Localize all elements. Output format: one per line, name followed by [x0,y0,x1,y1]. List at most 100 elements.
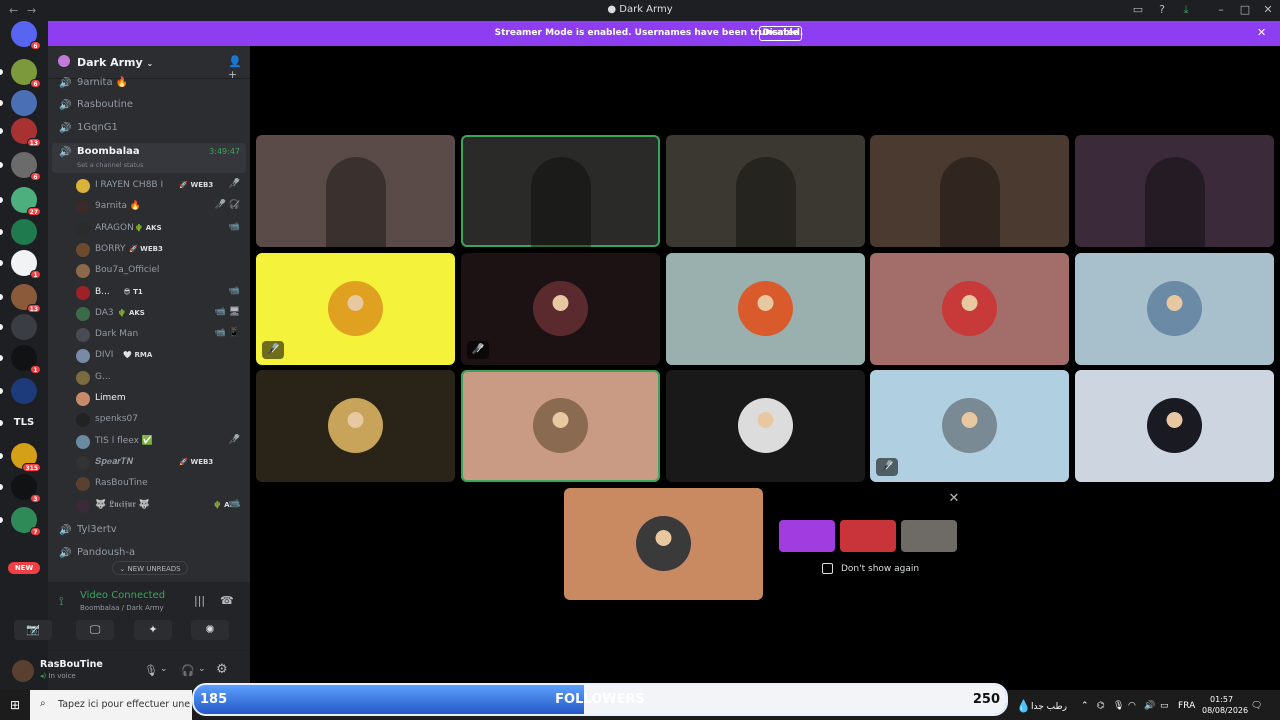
tray-battery-icon[interactable]: ▭ [1160,701,1169,711]
voice-member[interactable]: BORRY 🚀 WEB3 [76,240,246,260]
video-tile[interactable] [1075,135,1274,247]
server-icon-11[interactable] [11,378,37,404]
voice-member[interactable]: spenks07 [76,410,246,430]
voice-channel[interactable]: 🔊 9arnita 🔥 [52,74,246,94]
participant-tile[interactable] [870,253,1069,365]
voice-member[interactable]: I RAYEN CH8B I 🚀 WEB3 🎤̸ [76,176,246,196]
settings-gear-icon[interactable]: ⚙ [216,662,228,677]
tray-network-icon[interactable]: ⌬ [1097,701,1105,711]
mic-options-chevron-icon[interactable]: ⌄ [160,664,168,674]
weather-drop-icon[interactable]: 💧 [1016,699,1031,713]
disable-streamer-mode-button[interactable]: Disable [759,26,802,41]
activities-button[interactable]: ✦ [134,620,172,640]
close-popup-icon[interactable]: ✕ [946,491,962,507]
voice-member[interactable]: 🐺 𝕷𝖚𝖈𝖎𝖋𝖚𝖗 🐺 🌵 AKS 📹 [76,496,246,516]
server-icon-14[interactable]: 3 [11,474,41,503]
channel-status[interactable]: Set a channel status [77,161,144,169]
voice-channel[interactable]: 🔊 1GqnG1 [52,119,246,139]
maximize-icon[interactable]: □ [1238,3,1252,17]
voice-member[interactable]: 𝑺𝒑𝒆𝒂𝒓𝑻𝑵 🚀 WEB3 [76,453,246,473]
avatar[interactable] [12,660,34,682]
activity-thumbnail[interactable] [901,520,957,552]
help-icon[interactable]: ? [1155,3,1169,17]
microphone-icon[interactable]: 🎙 [144,664,158,677]
voice-channel[interactable]: 🔊 Rasboutine [52,96,246,116]
server-icon-1[interactable]: 6 [11,59,41,88]
signal-icon[interactable]: ⟟ [59,594,63,609]
voice-member[interactable]: ARAGON 🌵 AKS 📹 [76,219,246,239]
disconnect-icon[interactable]: ☎ [220,594,234,607]
tray-time[interactable]: 01:57 [1210,695,1233,704]
camera-off-button[interactable]: 📷̸ [14,620,52,640]
tray-date[interactable]: 08/08/2026 [1202,706,1248,715]
participant-tile[interactable] [256,370,455,482]
voice-channel[interactable]: 🔊 Tyl3ertv [52,521,246,541]
noise-suppression-icon[interactable]: ||| [194,594,205,607]
voice-member[interactable]: B... 😎 T1 📹 [76,283,246,303]
video-tile[interactable] [461,135,660,247]
server-icon-12[interactable]: TLS [11,410,37,436]
close-banner-icon[interactable]: ✕ [1257,26,1266,39]
participant-tile[interactable] [666,253,865,365]
taskbar-search-box[interactable]: ⌕ Tapez ici pour effectuer une re [30,690,203,720]
voice-member[interactable]: TIS l fleex ✅ 🎤̸ [76,432,246,452]
participant-tile[interactable] [1075,253,1274,365]
inbox-icon[interactable]: ▭ [1131,3,1145,17]
headphones-icon[interactable]: 🎧 [181,664,195,677]
minimize-icon[interactable]: – [1214,3,1228,17]
activity-thumbnail[interactable] [840,520,896,552]
voice-member[interactable]: Bou7a_Officiel [76,261,246,281]
screen-share-button[interactable]: 🖵 [76,620,114,640]
video-tile[interactable] [256,135,455,247]
discord-home-button[interactable]: 6 [11,21,41,50]
activity-thumbnail[interactable] [779,520,835,552]
soundboard-button[interactable]: ✺ [191,620,229,640]
tray-mic-icon[interactable]: 🎙 [1113,701,1124,711]
new-unreads-pill[interactable]: ⌄ NEW UNREADS [112,561,188,575]
voice-member[interactable]: DIVI 🤍 RMA [76,346,246,366]
server-icon-13[interactable]: 315 [11,443,41,472]
participant-tile[interactable] [1075,370,1274,482]
server-icon-9[interactable] [11,314,37,340]
server-icon-4[interactable]: 6 [11,152,41,181]
voice-member[interactable]: DA3 🌵 AKS 📹 🖥 [76,304,246,324]
server-icon-10[interactable]: 1 [11,345,41,374]
member-name: Limem [95,393,126,403]
video-tile[interactable] [666,135,865,247]
audio-options-chevron-icon[interactable]: ⌄ [198,664,206,674]
windows-start-icon[interactable]: ⊞ [10,698,20,712]
participant-tile[interactable]: 🎤̸ [256,253,455,365]
server-icon-3[interactable]: 13 [11,118,41,147]
voice-channel[interactable]: 🔊 Boombalaa 3:49:47 Set a channel status [52,143,246,173]
voice-member[interactable]: G... [76,368,246,388]
voice-member[interactable]: 9arnita 🔥 🎤̸ 🎧̸ [76,197,246,217]
download-icon[interactable]: ⤓ [1179,3,1193,17]
voice-member[interactable]: Limem [76,389,246,409]
voice-member[interactable]: RasBouTine [76,474,246,494]
voice-member[interactable]: Dark Man 📹 📱 [76,325,246,345]
server-icon-5[interactable]: 27 [11,187,41,216]
participant-tile[interactable] [666,370,865,482]
server-icon-15[interactable]: 7 [11,507,41,536]
tray-language[interactable]: FRA [1178,701,1195,711]
server-icon-2[interactable] [11,90,37,116]
participant-tile[interactable]: 🎤̸ [870,370,1069,482]
voice-status[interactable]: Video Connected [80,590,165,601]
server-icon-8[interactable]: 13 [11,284,41,313]
tray-chevron-up-icon[interactable]: ⌃ [1081,701,1089,711]
dont-show-again-checkbox[interactable]: Don't show again [822,563,919,574]
participant-tile[interactable] [461,370,660,482]
server-icon-7[interactable]: 1 [11,250,41,279]
server-icon-6[interactable] [11,219,37,245]
new-servers-pill[interactable]: NEW [8,562,40,574]
weather-text[interactable]: رطب جدا [1031,702,1067,712]
voice-location[interactable]: Boombalaa / Dark Army [80,604,164,612]
close-window-icon[interactable]: ✕ [1261,3,1275,17]
video-tile[interactable] [870,135,1069,247]
tray-wifi-icon[interactable]: ◠ [1128,701,1136,711]
notification-center-icon[interactable]: 🗨 [1251,701,1262,711]
participant-tile[interactable] [564,488,763,600]
username[interactable]: RasBouTine [40,659,103,670]
tray-volume-icon[interactable]: 🔊 [1144,701,1155,711]
participant-tile[interactable]: 🎤̸ [461,253,660,365]
